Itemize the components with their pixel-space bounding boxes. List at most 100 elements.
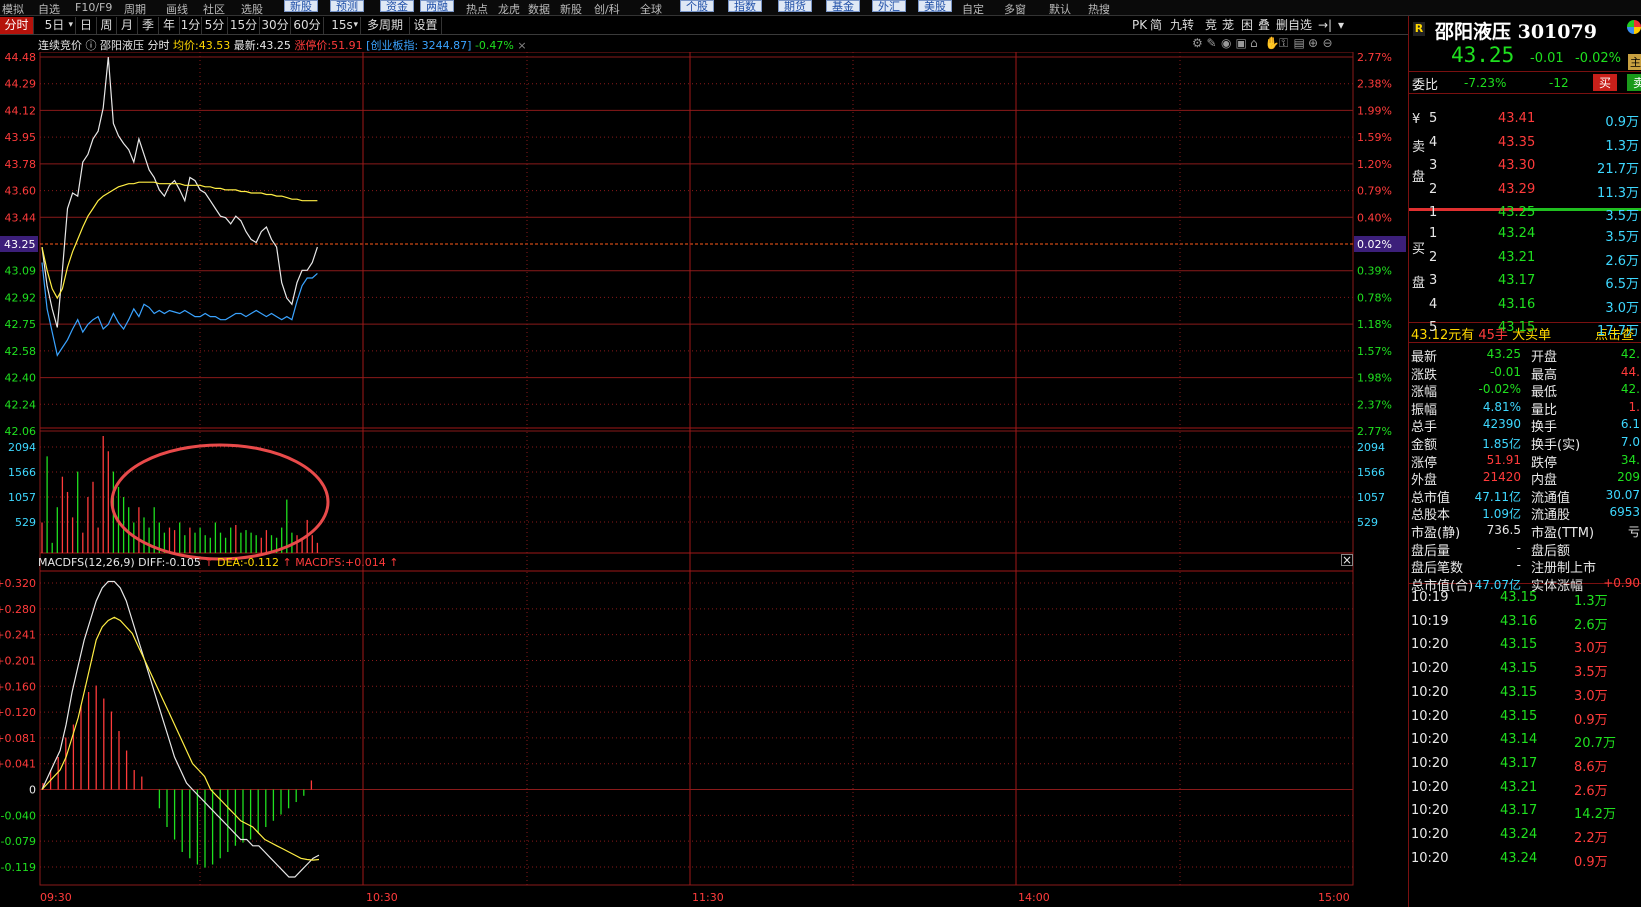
table-icon[interactable]: ▤ bbox=[1294, 36, 1305, 50]
tab-7[interactable]: 1分 bbox=[180, 17, 202, 34]
zoom-out-icon[interactable]: ⊖ bbox=[1323, 36, 1333, 50]
menu-item-4[interactable]: 画线 bbox=[166, 1, 188, 17]
buy-level-1[interactable]: 1 43.24 3.5万 bbox=[1429, 226, 1641, 245]
sell-level-1[interactable]: 1 43.25 3.5万 bbox=[1429, 205, 1641, 224]
stat-value: 47.11亿 bbox=[1474, 489, 1521, 504]
menu-item-14[interactable]: 新股 bbox=[560, 1, 582, 17]
buy-level-2[interactable]: 2 43.21 2.6万 bbox=[1429, 250, 1641, 269]
menu-item-6[interactable]: 选股 bbox=[241, 1, 263, 17]
level-volume: 17.7万 bbox=[1597, 324, 1639, 339]
macd-close-icon[interactable]: × bbox=[1341, 554, 1353, 566]
index-label[interactable]: [创业板指: 3244.87] bbox=[366, 39, 471, 52]
tab-8[interactable]: 5分 bbox=[202, 17, 228, 34]
price-tick-label: 42.06 bbox=[5, 425, 37, 438]
buy-level-5[interactable]: 5 43.15 17.7万 bbox=[1429, 320, 1641, 339]
menu-item-5[interactable]: 社区 bbox=[203, 1, 225, 17]
chart-tool-3[interactable]: 竞 bbox=[1205, 17, 1217, 34]
eye-icon[interactable]: ◉ bbox=[1221, 36, 1231, 50]
menu-item-12[interactable]: 龙虎 bbox=[498, 1, 520, 17]
buy-level-4[interactable]: 4 43.16 3.0万 bbox=[1429, 297, 1641, 316]
tab-5[interactable]: 季 bbox=[138, 17, 159, 34]
tab-14[interactable]: 设置 bbox=[410, 17, 442, 34]
chart-tool-8[interactable]: →| bbox=[1318, 17, 1332, 34]
macd-tick-label: +0.081 bbox=[0, 732, 36, 745]
level-price: 43.30 bbox=[1498, 158, 1536, 173]
settings-icon[interactable]: ⚙ bbox=[1192, 36, 1203, 50]
sell-level-4[interactable]: 4 43.35 1.3万 bbox=[1429, 135, 1641, 154]
chart-color-icon[interactable] bbox=[1627, 20, 1641, 34]
buy-button[interactable]: 买 bbox=[1593, 74, 1618, 91]
menu-item-17[interactable]: 个股 bbox=[680, 0, 714, 12]
limit-value: 51.91 bbox=[331, 39, 363, 52]
dea-value: -0.112 bbox=[243, 556, 280, 569]
menu-item-16[interactable]: 全球 bbox=[640, 1, 662, 17]
tab-4[interactable]: 月 bbox=[117, 17, 138, 34]
lock-icon[interactable]: ⚿ bbox=[1279, 36, 1288, 51]
chart-tool-1[interactable]: 简 bbox=[1150, 17, 1162, 34]
menu-item-3[interactable]: 周期 bbox=[124, 1, 146, 17]
menu-item-0[interactable]: 模拟 bbox=[2, 1, 24, 17]
buy-level-3[interactable]: 3 43.17 6.5万 bbox=[1429, 273, 1641, 292]
chart-tool-0[interactable]: PK bbox=[1132, 17, 1147, 34]
sell-level-5[interactable]: 5 43.41 0.9万 bbox=[1429, 111, 1641, 130]
menu-item-13[interactable]: 数据 bbox=[528, 1, 550, 17]
menu-item-21[interactable]: 外汇 bbox=[872, 0, 906, 12]
sell-level-3[interactable]: 3 43.30 21.7万 bbox=[1429, 158, 1641, 177]
menu-item-2[interactable]: F10/F9 bbox=[75, 1, 112, 14]
sell-button[interactable]: 卖 bbox=[1627, 74, 1641, 91]
dropdown-arrow-icon[interactable]: ▾ bbox=[353, 17, 358, 34]
tab-0[interactable]: 分时 bbox=[0, 17, 34, 34]
level-price: 43.25 bbox=[1498, 205, 1536, 220]
menu-item-22[interactable]: 美股 bbox=[918, 0, 952, 12]
stat-label: 盘后量 bbox=[1411, 543, 1451, 559]
chart-tool-6[interactable]: 叠 bbox=[1258, 17, 1270, 34]
menu-item-7[interactable]: 新股 bbox=[284, 0, 318, 12]
chart-tool-2[interactable]: 九转 bbox=[1170, 17, 1194, 34]
menu-item-15[interactable]: 创/科 bbox=[594, 1, 620, 17]
tab-13[interactable]: 多周期 bbox=[361, 17, 410, 34]
tab-2[interactable]: 日 bbox=[76, 17, 97, 34]
menu-item-1[interactable]: 自选 bbox=[38, 1, 60, 17]
menu-item-8[interactable]: 预测 bbox=[330, 0, 364, 12]
pen-icon[interactable]: ✎ bbox=[1207, 36, 1217, 50]
menu-item-18[interactable]: 指数 bbox=[728, 0, 762, 12]
menu-item-10[interactable]: 两融 bbox=[420, 0, 454, 12]
macd-name: MACDFS(12,26,9) bbox=[38, 556, 135, 569]
tab-12[interactable]: 15s ▾ bbox=[324, 17, 361, 34]
tab-3[interactable]: 周 bbox=[97, 17, 117, 34]
menu-item-19[interactable]: 期货 bbox=[778, 0, 812, 12]
dropdown-arrow-icon[interactable]: ▾ bbox=[68, 17, 73, 34]
trade-price: 43.14 bbox=[1500, 732, 1538, 748]
stat-value: 736.5 bbox=[1486, 523, 1521, 537]
tab-10[interactable]: 30分 bbox=[260, 17, 291, 34]
info-icon[interactable]: ⓘ bbox=[82, 39, 100, 52]
chart-frame bbox=[39, 52, 1354, 886]
level-price: 43.15 bbox=[1498, 320, 1536, 335]
menu-item-23[interactable]: 自定 bbox=[962, 1, 984, 17]
chart-tool-5[interactable]: 困 bbox=[1241, 17, 1253, 34]
chart-tool-4[interactable]: 茏 bbox=[1222, 17, 1234, 34]
hand-icon[interactable]: ✋ bbox=[1265, 36, 1280, 50]
close-index-icon[interactable]: × bbox=[517, 39, 526, 52]
trade-volume: 2.6万 bbox=[1574, 617, 1608, 633]
menu-item-20[interactable]: 基金 bbox=[826, 0, 860, 12]
sell-level-2[interactable]: 2 43.29 11.3万 bbox=[1429, 182, 1641, 201]
basket-icon[interactable]: ⌂ bbox=[1250, 36, 1258, 50]
trade-price: 43.15 bbox=[1500, 590, 1538, 605]
menu-item-9[interactable]: 资金 bbox=[380, 0, 414, 12]
camera-icon[interactable]: ▣ bbox=[1236, 36, 1247, 50]
tab-9[interactable]: 15分 bbox=[228, 17, 260, 34]
tab-1[interactable]: 5日 ▾ bbox=[34, 17, 76, 34]
tab-11[interactable]: 60分 bbox=[291, 17, 324, 34]
menu-item-26[interactable]: 热搜 bbox=[1088, 1, 1110, 17]
pct-tick-label: 1.18% bbox=[1357, 318, 1392, 331]
stock-app: { "menu": { "items": ["模拟","自选","F10/F9"… bbox=[0, 0, 1641, 907]
chart-tool-7[interactable]: 删自选 bbox=[1276, 17, 1312, 34]
zoom-in-icon[interactable]: ⊕ bbox=[1308, 36, 1318, 50]
tab-6[interactable]: 年 bbox=[159, 17, 180, 34]
chart-area[interactable]: 44.48 2.77% 44.29 2.38% 44.12 1.99% 43.95 1.59%… bbox=[0, 52, 1408, 904]
toolbar-dropdown-icon[interactable]: ▾ bbox=[1338, 17, 1344, 34]
menu-item-25[interactable]: 默认 bbox=[1049, 1, 1071, 17]
menu-item-24[interactable]: 多窗 bbox=[1004, 1, 1026, 17]
menu-item-11[interactable]: 热点 bbox=[466, 1, 488, 17]
